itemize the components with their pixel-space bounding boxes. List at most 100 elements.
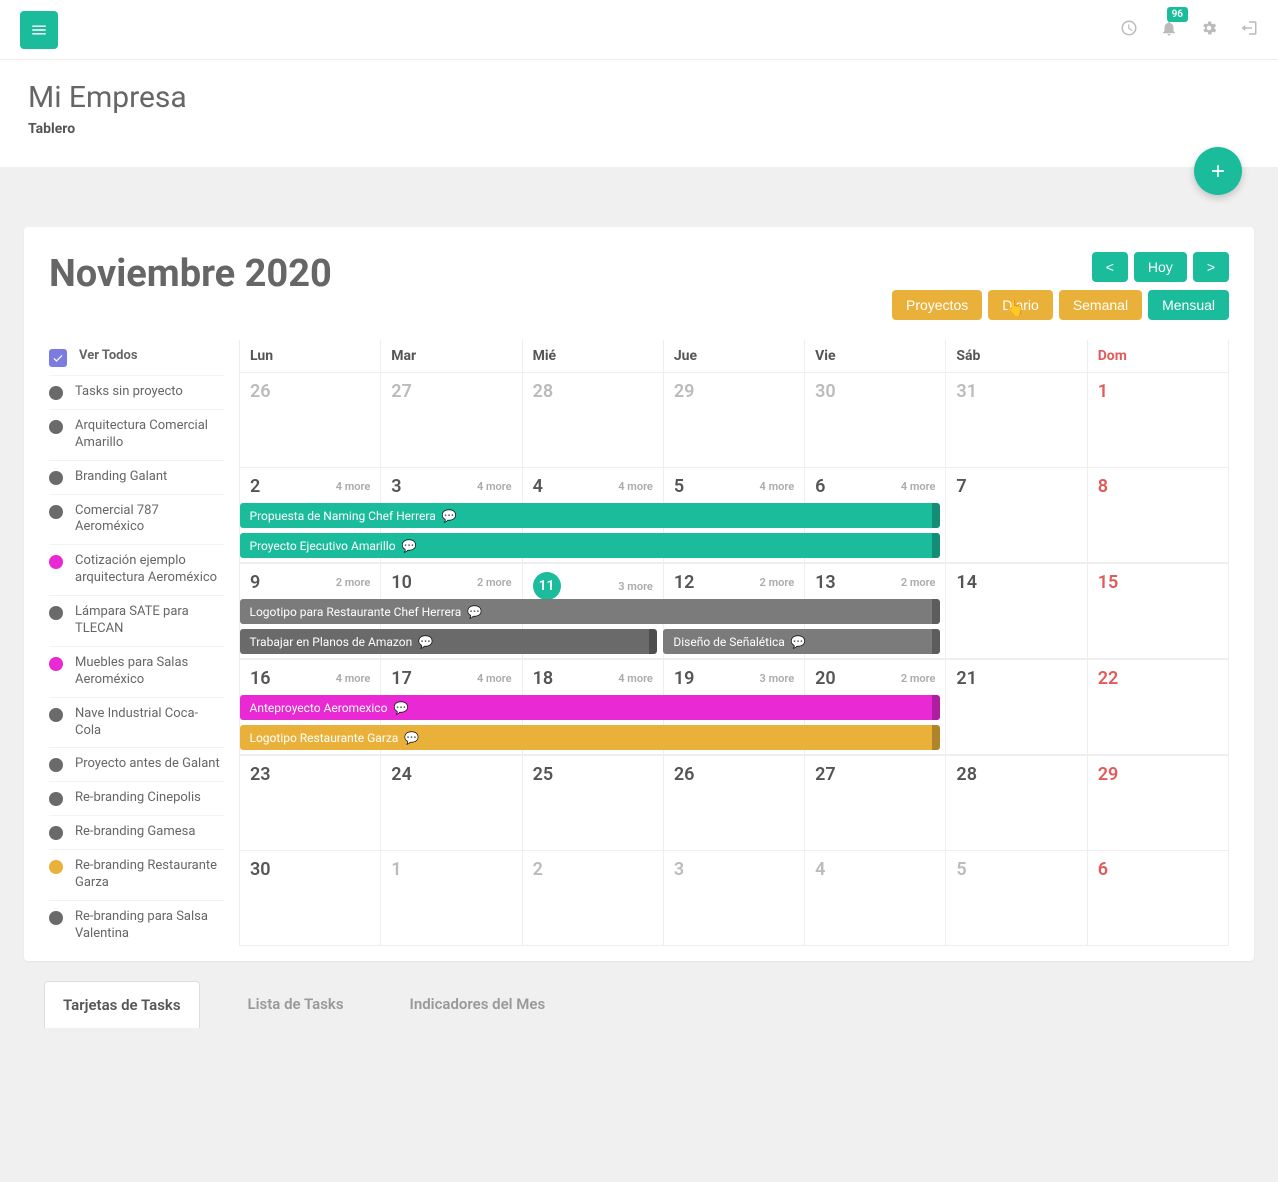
filter-item[interactable]: Lámpara SATE para TLECAN [49,596,224,647]
calendar-event[interactable]: Anteproyecto Aeromexico 💬 [240,695,940,720]
calendar-cell[interactable]: 27 [805,756,946,851]
more-link[interactable]: 2 more [336,576,371,589]
filter-item[interactable]: Proyecto antes de Galant [49,748,224,782]
more-link[interactable]: 3 more [760,672,795,685]
more-link[interactable]: 4 more [336,480,371,493]
event-handle[interactable] [932,599,940,624]
tab-cards[interactable]: Tarjetas de Tasks [44,981,200,1028]
event-label: Logotipo Restaurante Garza [250,731,399,745]
calendar-cell[interactable]: 29 [663,373,804,468]
next-button[interactable]: > [1193,252,1229,282]
more-link[interactable]: 2 more [477,576,512,589]
calendar-cell[interactable]: 1 [1087,373,1228,468]
calendar-cell[interactable]: 2 [522,851,663,946]
day-number: 202 more [805,660,945,693]
menu-toggle-button[interactable] [20,11,58,49]
day-number: 5 [946,851,1086,884]
chat-icon: 💬 [418,635,433,649]
day-number: 7 [946,468,1086,501]
day-number: 3 [664,851,804,884]
more-link[interactable]: 4 more [901,480,936,493]
filter-item[interactable]: Cotización ejemplo arquitectura Aeroméxi… [49,545,224,596]
day-number: 122 more [664,564,804,597]
more-link[interactable]: 4 more [336,672,371,685]
event-handle[interactable] [932,533,940,558]
plus-icon [1208,161,1228,181]
day-number: 30 [805,373,945,406]
more-link[interactable]: 4 more [477,480,512,493]
today-button[interactable]: Hoy [1134,252,1187,282]
event-handle[interactable] [932,725,940,750]
calendar-cell[interactable]: 25 [522,756,663,851]
calendar-cell[interactable]: 30 [240,851,381,946]
more-link[interactable]: 4 more [477,672,512,685]
more-link[interactable]: 4 more [618,480,653,493]
calendar-event[interactable]: Trabajar en Planos de Amazon 💬 [240,629,658,654]
calendar-cell[interactable]: 6 [1087,851,1228,946]
filter-item[interactable]: Comercial 787 Aeroméxico [49,495,224,546]
calendar-cell[interactable]: 5 [946,851,1087,946]
gear-icon[interactable] [1200,19,1218,41]
filter-item[interactable]: Re-branding Cinepolis [49,782,224,816]
calendar-cell[interactable]: 30 [805,373,946,468]
filter-all[interactable]: Ver Todos [49,340,224,376]
day-number: 27 [805,756,945,789]
calendar-cell[interactable]: 26 [663,756,804,851]
filter-label: Re-branding Cinepolis [75,790,201,807]
more-link[interactable]: 3 more [618,580,653,593]
event-handle[interactable] [649,629,657,654]
event-handle[interactable] [932,629,940,654]
calendar-cell[interactable]: 1 [381,851,522,946]
weekly-button[interactable]: Semanal [1059,290,1142,320]
event-handle[interactable] [932,503,940,528]
event-handle[interactable] [932,695,940,720]
day-number: 92 more [240,564,380,597]
bell-icon[interactable]: 96 [1160,19,1178,41]
calendar-event[interactable]: Proyecto Ejecutivo Amarillo 💬 [240,533,940,558]
calendar-cell[interactable]: 27 [381,373,522,468]
filter-item[interactable]: Muebles para Salas Aeroméxico [49,647,224,698]
calendar-event[interactable]: Diseño de Señalética 💬 [663,629,940,654]
tab-indicators[interactable]: Indicadores del Mes [392,981,564,1028]
calendar-cell[interactable]: 28 [522,373,663,468]
calendar-event[interactable]: Logotipo para Restaurante Chef Herrera 💬 [240,599,940,624]
more-link[interactable]: 4 more [618,672,653,685]
prev-button[interactable]: < [1092,252,1128,282]
more-link[interactable]: 2 more [760,576,795,589]
filter-item[interactable]: Re-branding Gamesa [49,816,224,850]
filter-label: Muebles para Salas Aeroméxico [75,655,224,689]
more-link[interactable]: 2 more [901,672,936,685]
more-link[interactable]: 4 more [760,480,795,493]
calendar-event[interactable]: Logotipo Restaurante Garza 💬 [240,725,940,750]
calendar-cell[interactable]: 31 [946,373,1087,468]
calendar-cell[interactable]: 3 [663,851,804,946]
monthly-button[interactable]: Mensual [1148,290,1229,320]
calendar-cell[interactable]: 28 [946,756,1087,851]
calendar-cell[interactable]: 26 [240,373,381,468]
filter-item[interactable]: Branding Galant [49,461,224,495]
filter-label: Arquitectura Comercial Amarillo [75,418,224,452]
calendar-title: Noviembre 2020 [49,252,332,296]
logout-icon[interactable] [1240,19,1258,41]
calendar-cell[interactable]: 29 [1087,756,1228,851]
calendar-cell[interactable]: 24 [381,756,522,851]
filter-item[interactable]: Re-branding Restaurante Garza [49,850,224,901]
chat-icon: 💬 [791,635,806,649]
daily-button[interactable]: Diario [988,290,1053,320]
calendar-cell[interactable]: 23 [240,756,381,851]
page-subtitle: Tablero [28,121,1250,137]
projects-button[interactable]: Proyectos [892,290,982,320]
filter-item[interactable]: Nave Industrial Coca-Cola [49,698,224,749]
filter-item[interactable]: Arquitectura Comercial Amarillo [49,410,224,461]
clock-icon[interactable] [1120,19,1138,41]
more-link[interactable]: 2 more [901,576,936,589]
calendar-cell[interactable]: 4 [805,851,946,946]
filter-all-label: Ver Todos [79,348,138,365]
add-button[interactable] [1194,147,1242,195]
tab-list[interactable]: Lista de Tasks [230,981,362,1028]
filter-item[interactable]: Tasks sin proyecto [49,376,224,410]
filter-item[interactable]: Re-branding para Salsa Valentina [49,901,224,951]
calendar-event[interactable]: Propuesta de Naming Chef Herrera 💬 [240,503,940,528]
day-number: 28 [946,756,1086,789]
filter-dot-icon [49,911,63,925]
